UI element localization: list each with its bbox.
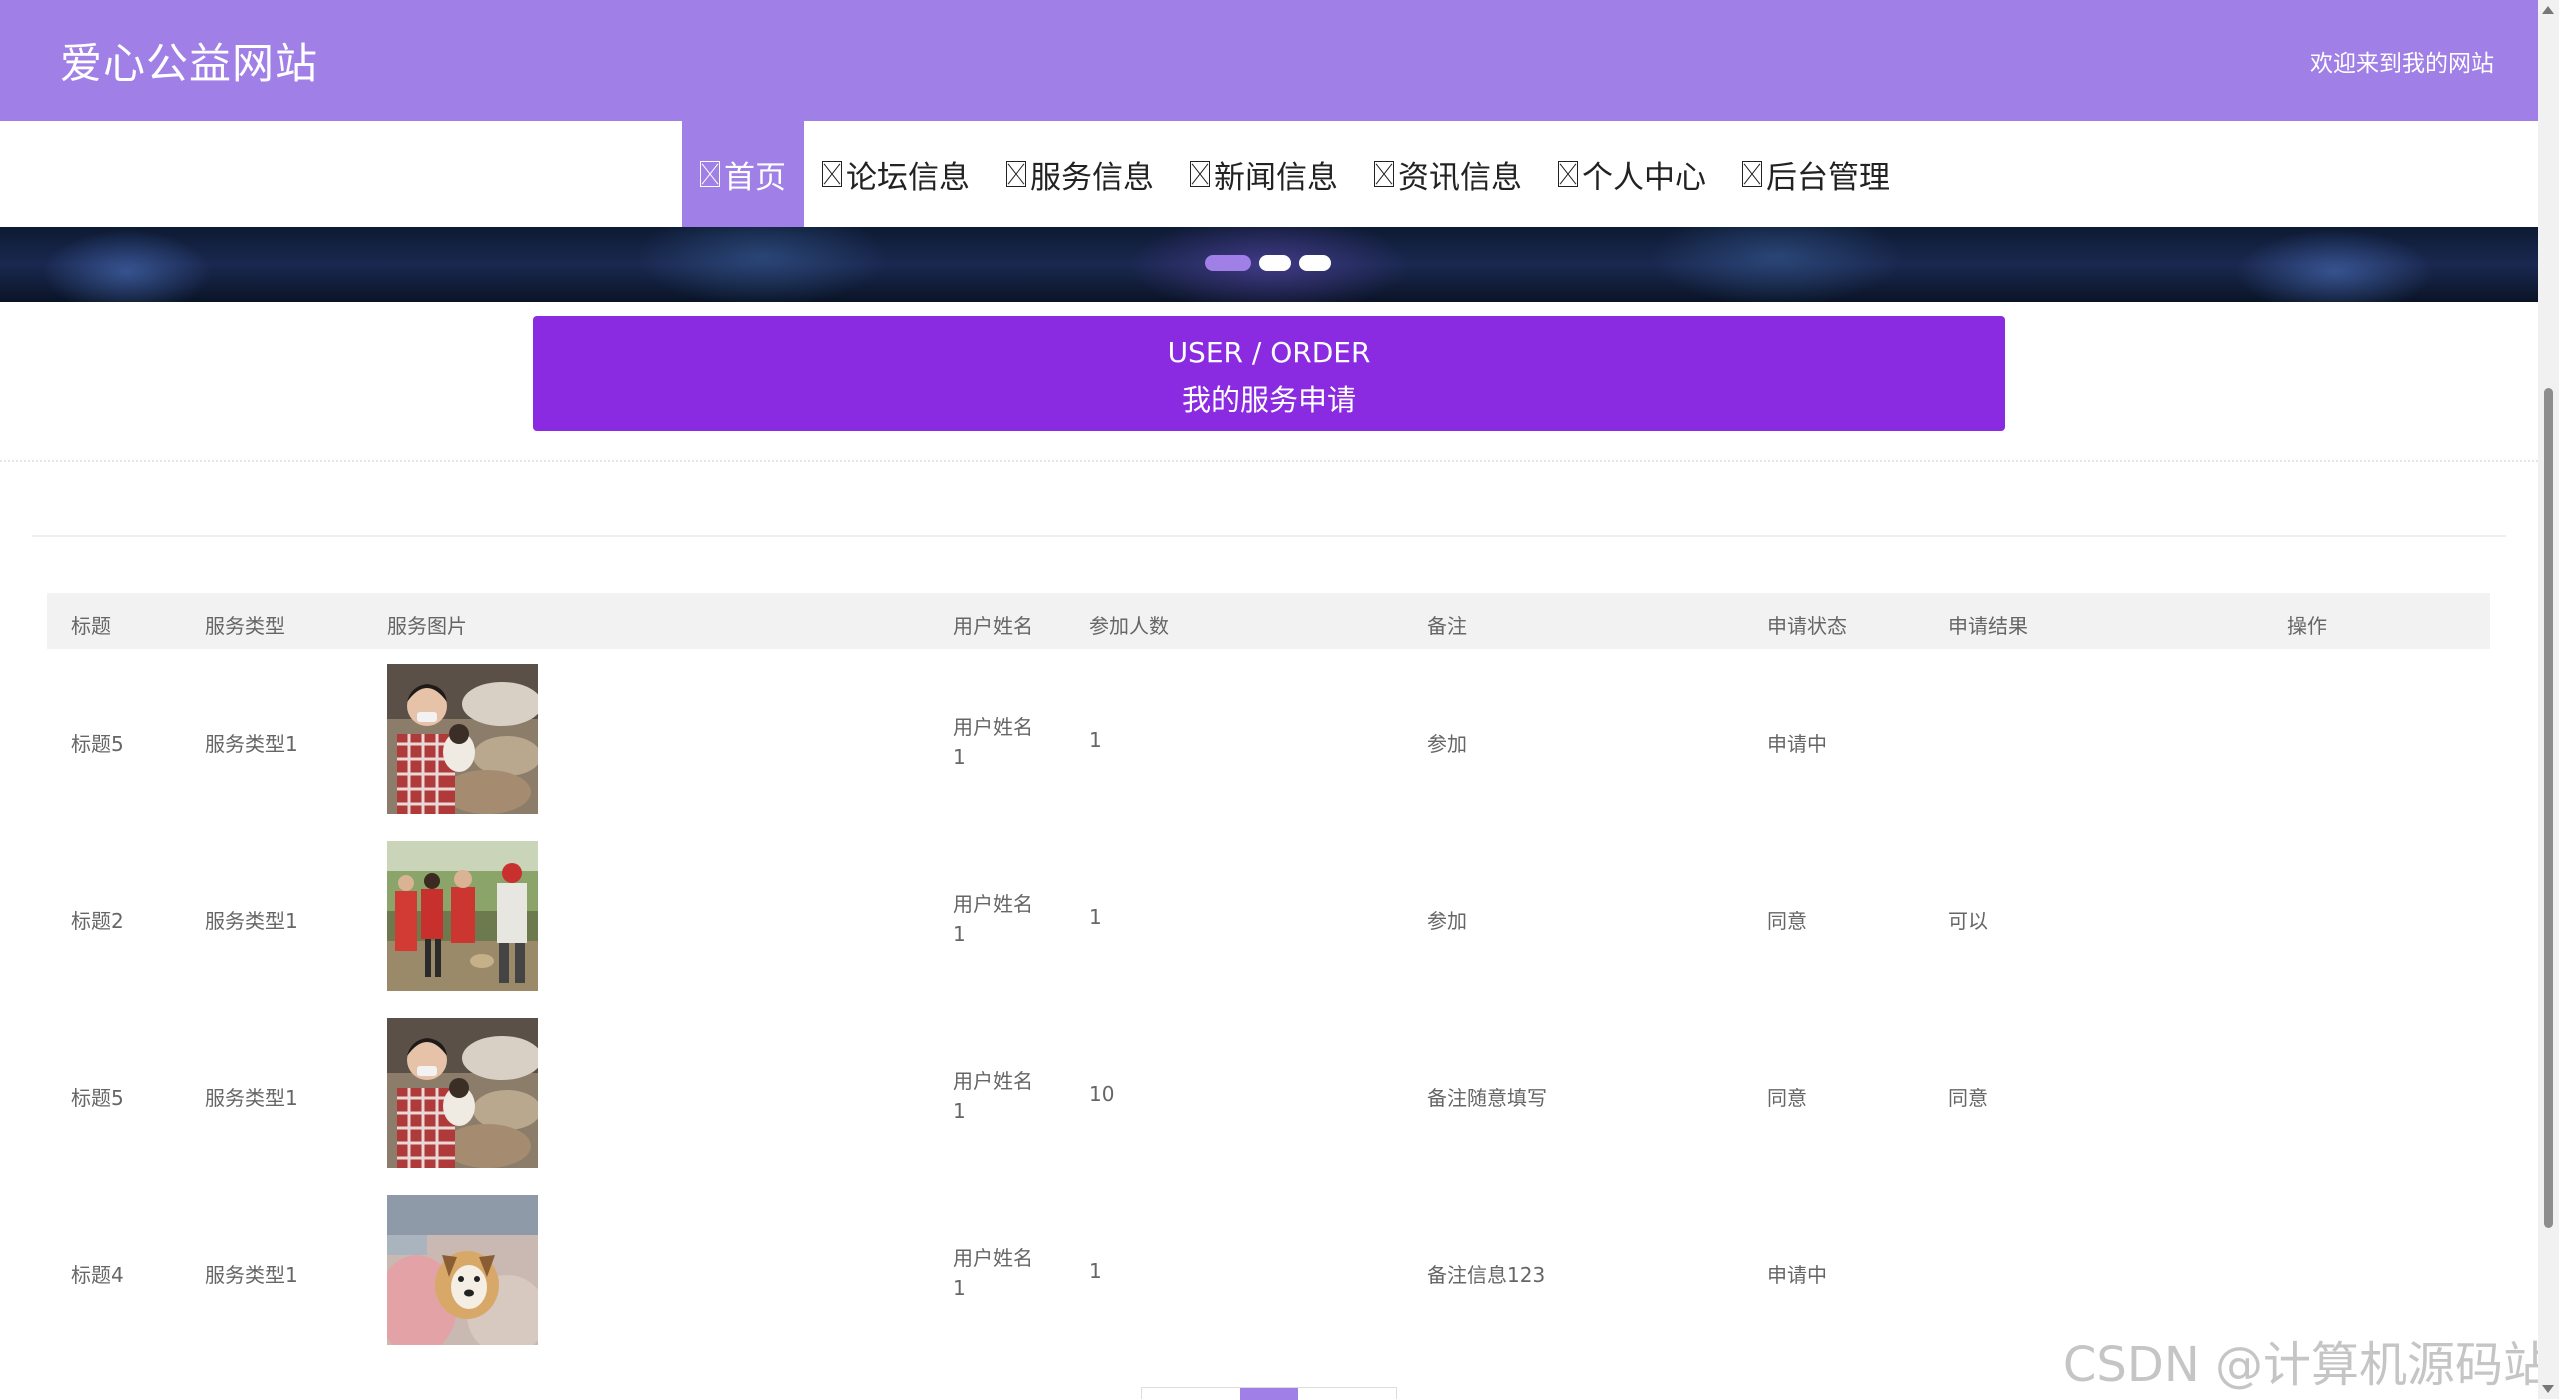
nav-item-news[interactable]: 新闻信息 [1172,121,1356,227]
section-title-cn: 我的服务申请 [1181,383,1356,417]
carousel-indicators [1205,255,1331,271]
cell-title: 标题4 [71,1263,124,1287]
content-divider [32,535,2506,537]
scroll-down-icon[interactable] [2542,1385,2554,1393]
nav-item-label: 个人中心 [1582,159,1706,196]
person-holding-dog-photo [387,1195,538,1345]
main-nav: 首页 论坛信息 服务信息 新闻信息 资讯信息 个人中心 后台管理 [0,121,2538,227]
col-header-title: 标题 [71,614,111,638]
missing-glyph-icon [822,161,842,187]
nav-item-info[interactable]: 资讯信息 [1356,121,1540,227]
nav-item-label: 后台管理 [1766,159,1890,196]
cell-status: 申请中 [1767,1263,1827,1287]
pagination [1141,1387,1397,1400]
col-header-note: 备注 [1427,614,1467,638]
service-image[interactable] [387,1195,538,1345]
cell-count: 10 [1089,1082,1115,1106]
table-row: 标题5 服务类型1 用户姓名 1 1 参加 申请中 [47,650,2490,827]
service-image[interactable] [387,664,538,814]
cell-username-line2: 1 [953,745,966,769]
nav-item-label: 服务信息 [1030,159,1154,196]
cell-title: 标题5 [71,732,124,756]
col-header-count: 参加人数 [1089,614,1169,638]
section-title-en: USER / ORDER [1167,336,1371,369]
nav-item-services[interactable]: 服务信息 [988,121,1172,227]
cell-status: 申请中 [1767,732,1827,756]
cell-username-line2: 1 [953,922,966,946]
col-header-result: 申请结果 [1948,614,2028,638]
nav-items: 首页 论坛信息 服务信息 新闻信息 资讯信息 个人中心 后台管理 [682,121,1908,227]
missing-glyph-icon [1190,161,1210,187]
csdn-watermark: CSDN @计算机源码站 [2062,1337,2551,1393]
cell-username-line2: 1 [953,1276,966,1300]
woman-with-dogs-photo [387,664,538,814]
missing-glyph-icon [700,161,720,187]
cell-status: 同意 [1767,1086,1807,1110]
col-header-actions: 操作 [2287,614,2327,638]
missing-glyph-icon [1006,161,1026,187]
cell-type: 服务类型1 [205,1263,298,1287]
carousel-dot-1[interactable] [1205,255,1251,271]
scroll-thumb[interactable] [2544,388,2553,1228]
nav-item-forum[interactable]: 论坛信息 [804,121,988,227]
cell-username-line1: 用户姓名 [953,715,1033,739]
service-image[interactable] [387,1018,538,1168]
carousel-dot-2[interactable] [1259,255,1291,271]
cell-note: 参加 [1427,909,1467,933]
col-header-status: 申请状态 [1767,614,1847,638]
cell-username: 用户姓名 1 [953,889,1033,949]
site-header: 爱心公益网站 欢迎来到我的网站 [0,0,2538,121]
nav-item-label: 首页 [724,159,786,196]
nav-item-home[interactable]: 首页 [682,121,804,227]
cell-type: 服务类型1 [205,909,298,933]
cell-note: 备注随意填写 [1427,1086,1547,1110]
woman-with-dogs-photo [387,1018,538,1168]
cell-count: 1 [1089,1259,1102,1283]
cell-title: 标题5 [71,1086,124,1110]
col-header-type: 服务类型 [205,614,285,638]
cell-result: 同意 [1948,1086,1988,1110]
cell-title: 标题2 [71,909,124,933]
section-title-box: USER / ORDER 我的服务申请 [533,316,2005,431]
table-header: 标题 服务类型 服务图片 用户姓名 参加人数 备注 申请状态 申请结果 操作 [47,593,2490,649]
service-image[interactable] [387,841,538,991]
cell-username: 用户姓名 1 [953,1066,1033,1126]
volunteers-outdoors-photo [387,841,538,991]
cell-status: 同意 [1767,909,1807,933]
welcome-text: 欢迎来到我的网站 [2310,51,2494,77]
cell-type: 服务类型1 [205,732,298,756]
nav-item-admin[interactable]: 后台管理 [1724,121,1908,227]
nav-item-label: 资讯信息 [1398,159,1522,196]
table-row: 标题2 服务类型1 用户姓名 1 1 参加 同意 可以 [47,827,2490,1004]
cell-username-line1: 用户姓名 [953,892,1033,916]
cell-note: 参加 [1427,732,1467,756]
pagination-current-page[interactable] [1240,1388,1298,1400]
banner-carousel [0,227,2538,302]
carousel-dot-3[interactable] [1299,255,1331,271]
cell-result: 可以 [1948,909,1988,933]
cell-username-line1: 用户姓名 [953,1246,1033,1270]
col-header-username: 用户姓名 [953,614,1033,638]
missing-glyph-icon [1742,161,1762,187]
cell-username: 用户姓名 1 [953,1243,1033,1303]
col-header-image: 服务图片 [387,614,467,638]
missing-glyph-icon [1374,161,1394,187]
nav-item-label: 新闻信息 [1214,159,1338,196]
page-scrollbar[interactable] [2538,0,2559,1399]
nav-item-label: 论坛信息 [846,159,970,196]
missing-glyph-icon [1558,161,1578,187]
cell-count: 1 [1089,728,1102,752]
scroll-up-icon[interactable] [2542,6,2554,14]
cell-username-line2: 1 [953,1099,966,1123]
cell-username: 用户姓名 1 [953,712,1033,772]
site-brand[interactable]: 爱心公益网站 [60,30,318,91]
cell-type: 服务类型1 [205,1086,298,1110]
cell-note: 备注信息123 [1427,1263,1546,1287]
nav-item-profile[interactable]: 个人中心 [1540,121,1724,227]
cell-count: 1 [1089,905,1102,929]
cell-username-line1: 用户姓名 [953,1069,1033,1093]
table-row: 标题5 服务类型1 用户姓名 1 10 备注随意填写 同意 同意 [47,1004,2490,1181]
